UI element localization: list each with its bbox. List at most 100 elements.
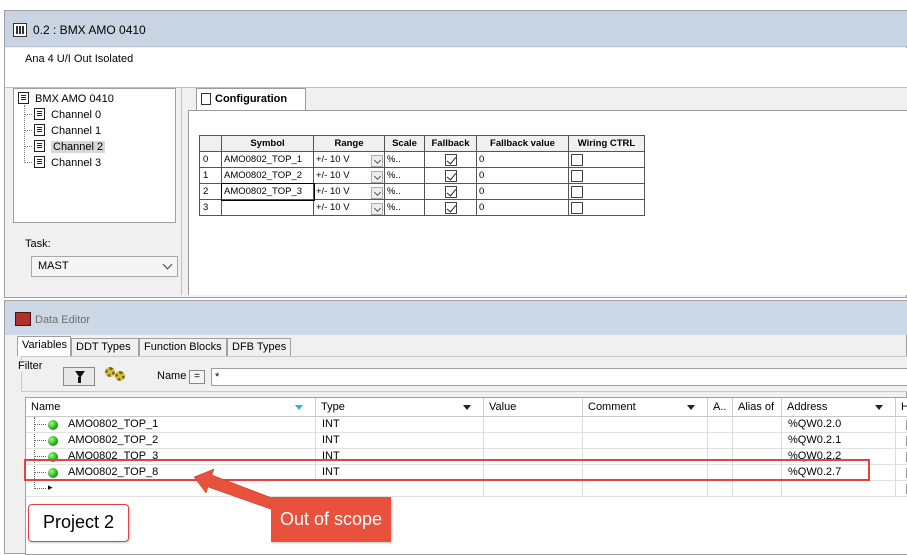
column-header-value[interactable]: Value (484, 398, 583, 417)
project-label: Project 2 (28, 504, 129, 542)
tab-function-blocks[interactable]: Function Blocks (139, 338, 227, 356)
column-header-type[interactable]: Type (316, 398, 484, 417)
tree-item-channel-3[interactable]: Channel 3 (34, 155, 101, 171)
variable-address[interactable]: %QW0.2.1 (782, 433, 896, 449)
variable-alias[interactable] (733, 417, 782, 433)
module-description: Ana 4 U/I Out Isolated (25, 53, 134, 65)
gear-icon (115, 371, 125, 381)
name-filter-input[interactable]: * (211, 368, 907, 386)
fallback-cell (424, 151, 477, 168)
module-description-bar: Ana 4 U/I Out Isolated (5, 48, 907, 88)
variable-value[interactable] (484, 433, 583, 449)
fallback-checkbox[interactable] (444, 169, 457, 182)
range-cell[interactable]: +/- 10 V (313, 167, 385, 184)
wiring-ctrl-checkbox[interactable] (571, 185, 583, 198)
channel-tree: BMX AMO 0410 Channel 0 Channel 1 Channel… (13, 88, 176, 223)
empty-cell[interactable] (583, 481, 708, 497)
grid-header: Name Type Value Comment A.. Alias of Add… (26, 398, 907, 417)
fallback-value-cell[interactable]: 0 (476, 183, 569, 200)
scale-cell[interactable]: %.. (384, 167, 425, 184)
variable-name[interactable]: AMO0802_TOP_1 (62, 417, 316, 433)
equals-operator-button[interactable]: = (189, 370, 205, 384)
task-label: Task: (25, 238, 51, 250)
dropdown-arrow-icon (463, 405, 471, 410)
variable-address[interactable]: %QW0.2.0 (782, 417, 896, 433)
filter-button[interactable] (63, 367, 95, 386)
out-of-scope-highlight (24, 459, 870, 481)
wiring-ctrl-checkbox[interactable] (571, 153, 583, 166)
fallback-value-cell[interactable]: 0 (476, 199, 569, 216)
task-select-value: MAST (38, 260, 69, 272)
tree-item-channel-1[interactable]: Channel 1 (34, 123, 101, 139)
tab-dfb-types[interactable]: DFB Types (227, 338, 291, 356)
row-index: 3 (199, 199, 222, 216)
column-header-alias-of[interactable]: Alias of (733, 398, 782, 417)
range-cell[interactable]: +/- 10 V (313, 183, 385, 200)
tab-ddt-types[interactable]: DDT Types (71, 338, 139, 356)
channel-icon (34, 140, 45, 152)
range-cell[interactable]: +/- 10 V (313, 199, 385, 216)
fallback-checkbox[interactable] (444, 201, 457, 214)
dropdown-icon[interactable] (371, 203, 383, 215)
dropdown-icon[interactable] (371, 171, 383, 183)
configuration-icon (201, 93, 211, 105)
column-header-attr[interactable]: A.. (708, 398, 733, 417)
empty-cell[interactable] (484, 481, 583, 497)
column-header-address[interactable]: Address (782, 398, 896, 417)
variable-comment[interactable] (583, 417, 708, 433)
name-filter-label: Name (157, 370, 187, 382)
sort-indicator-icon (295, 405, 303, 410)
scale-cell[interactable]: %.. (384, 199, 425, 216)
scale-cell[interactable]: %.. (384, 151, 425, 168)
empty-cell[interactable] (708, 481, 733, 497)
task-select[interactable]: MAST (31, 256, 178, 277)
fallback-cell (424, 167, 477, 184)
variable-attr[interactable] (708, 433, 733, 449)
empty-cell[interactable] (316, 481, 484, 497)
filter-settings-button[interactable] (103, 365, 133, 386)
tree-root[interactable]: BMX AMO 0410 (18, 91, 114, 107)
fallback-value-cell[interactable]: 0 (476, 151, 569, 168)
tab-variables[interactable]: Variables (17, 336, 71, 356)
tab-configuration[interactable]: Configuration (196, 88, 306, 110)
dropdown-icon[interactable] (371, 155, 383, 167)
variable-name[interactable]: AMO0802_TOP_2 (62, 433, 316, 449)
empty-cell[interactable] (782, 481, 896, 497)
variable-type[interactable]: INT (316, 433, 484, 449)
scale-cell[interactable]: %.. (384, 183, 425, 200)
fallback-header: Fallback (424, 135, 477, 152)
index-header (199, 135, 222, 152)
variable-alias[interactable] (733, 433, 782, 449)
symbol-cell[interactable]: AMO0802_TOP_3 (220, 182, 315, 201)
status-ok-icon (48, 420, 58, 430)
new-variable-row[interactable]: ▸ (26, 481, 907, 497)
empty-cell[interactable] (733, 481, 782, 497)
column-header-h[interactable]: H (896, 398, 907, 417)
column-header-comment[interactable]: Comment (583, 398, 708, 417)
variable-attr[interactable] (708, 417, 733, 433)
scale-header: Scale (384, 135, 425, 152)
symbol-cell[interactable]: AMO0802_TOP_2 (221, 167, 314, 184)
wiring-ctrl-checkbox[interactable] (571, 169, 583, 182)
variable-row[interactable]: AMO0802_TOP_1 INT %QW0.2.0 (26, 417, 907, 433)
wiring-ctrl-checkbox[interactable] (571, 201, 583, 214)
variable-value[interactable] (484, 417, 583, 433)
fallback-checkbox[interactable] (444, 185, 457, 198)
config-row: 3 +/- 10 V %.. 0 (199, 199, 645, 216)
variable-row[interactable]: AMO0802_TOP_2 INT %QW0.2.1 (26, 433, 907, 449)
column-header-name[interactable]: Name (26, 398, 316, 417)
module-tree-icon (18, 92, 29, 104)
tree-item-channel-0[interactable]: Channel 0 (34, 107, 101, 123)
range-cell[interactable]: +/- 10 V (313, 151, 385, 168)
tree-item-channel-2[interactable]: Channel 2 (34, 139, 106, 155)
module-icon (13, 23, 27, 37)
fallback-checkbox[interactable] (444, 153, 457, 166)
variable-comment[interactable] (583, 433, 708, 449)
symbol-cell[interactable]: AMO0802_TOP_1 (221, 151, 314, 168)
variable-type[interactable]: INT (316, 417, 484, 433)
dropdown-icon[interactable] (371, 187, 383, 199)
status-ok-icon (48, 436, 58, 446)
fallback-value-cell[interactable]: 0 (476, 167, 569, 184)
symbol-cell[interactable] (221, 199, 314, 216)
module-window-titlebar: 0.2 : BMX AMO 0410 (5, 11, 907, 47)
